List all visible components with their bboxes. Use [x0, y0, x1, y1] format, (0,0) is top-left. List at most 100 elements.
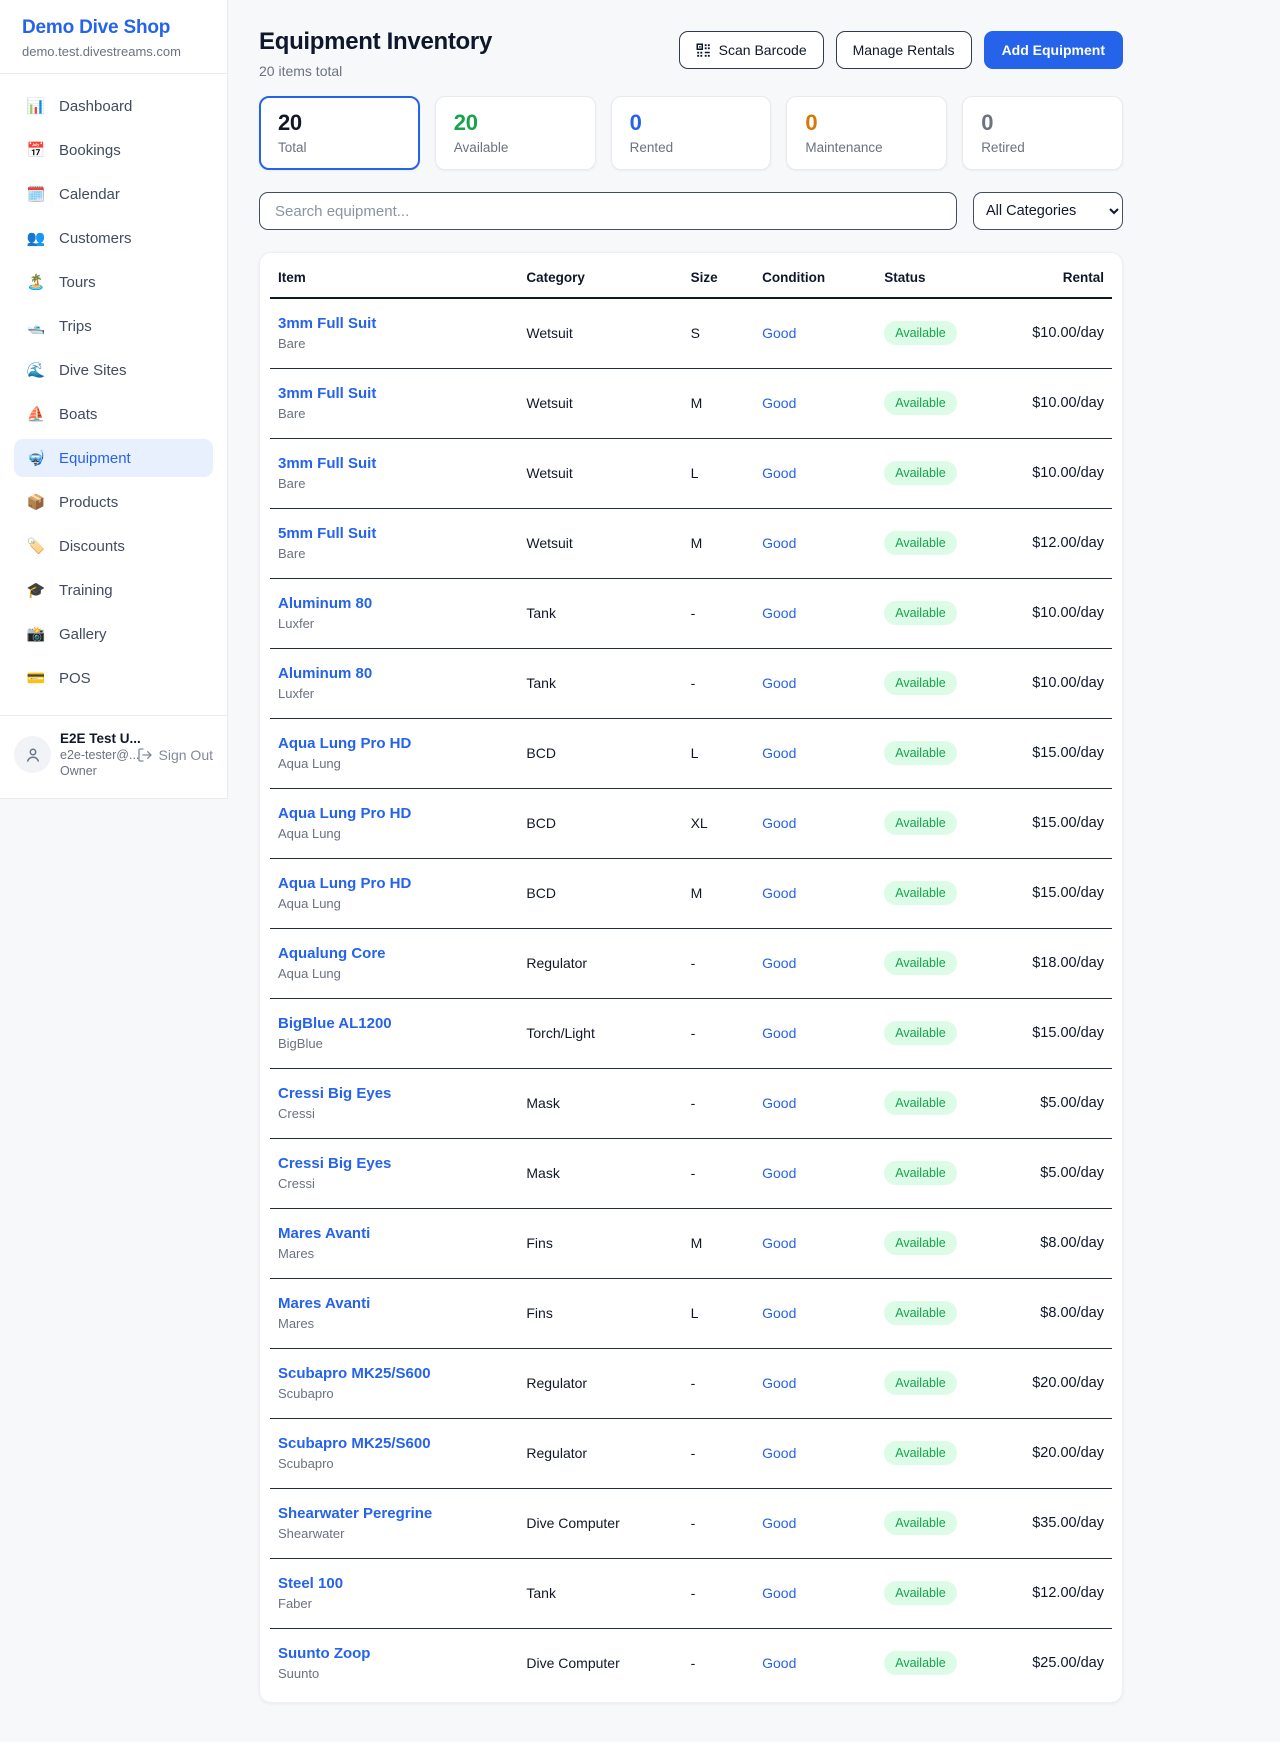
condition-link[interactable]: Good [762, 605, 796, 621]
status-cell: Available [876, 509, 1007, 579]
sidebar-item-label: Dashboard [59, 98, 132, 115]
condition-link[interactable]: Good [762, 885, 796, 901]
sidebar-item-customers[interactable]: 👥Customers [14, 219, 213, 257]
sidebar-item-tours[interactable]: 🏝️Tours [14, 263, 213, 301]
page-title-block: Equipment Inventory 20 items total [259, 28, 492, 79]
condition-link[interactable]: Good [762, 1375, 796, 1391]
category-select[interactable]: All Categories [973, 192, 1123, 230]
item-name-link[interactable]: Cressi Big Eyes [278, 1085, 391, 1102]
stat-card-rented[interactable]: 0Rented [611, 96, 772, 170]
condition-cell: Good [754, 1349, 876, 1419]
sidebar-item-calendar[interactable]: 🗓️Calendar [14, 175, 213, 213]
manage-rentals-button[interactable]: Manage Rentals [836, 31, 972, 69]
sign-out-label: Sign Out [159, 747, 213, 763]
item-name-link[interactable]: Shearwater Peregrine [278, 1505, 432, 1522]
condition-link[interactable]: Good [762, 325, 796, 341]
status-cell: Available [876, 1139, 1007, 1209]
condition-link[interactable]: Good [762, 1235, 796, 1251]
sidebar-item-bookings[interactable]: 📅Bookings [14, 131, 213, 169]
item-cell: Cressi Big EyesCressi [270, 1139, 518, 1209]
sidebar-item-trips[interactable]: 🛥️Trips [14, 307, 213, 345]
condition-link[interactable]: Good [762, 815, 796, 831]
sidebar-item-gallery[interactable]: 📸Gallery [14, 615, 213, 653]
condition-link[interactable]: Good [762, 675, 796, 691]
user-meta: E2E Test U... e2e-tester@... Owner [60, 731, 128, 778]
item-name-link[interactable]: Aqua Lung Pro HD [278, 805, 411, 822]
scan-barcode-button[interactable]: Scan Barcode [679, 31, 824, 69]
condition-link[interactable]: Good [762, 955, 796, 971]
item-name-link[interactable]: Scubapro MK25/S600 [278, 1435, 431, 1452]
sidebar-item-dive-sites[interactable]: 🌊Dive Sites [14, 351, 213, 389]
status-badge: Available [884, 601, 957, 625]
search-input[interactable] [259, 192, 957, 230]
sign-out-button[interactable]: Sign Out [137, 747, 213, 763]
sidebar-item-label: Tours [59, 274, 96, 291]
status-badge: Available [884, 881, 957, 905]
scan-barcode-label: Scan Barcode [719, 43, 807, 57]
item-name-link[interactable]: Aqua Lung Pro HD [278, 875, 411, 892]
condition-link[interactable]: Good [762, 1165, 796, 1181]
item-name-link[interactable]: 3mm Full Suit [278, 315, 376, 332]
condition-link[interactable]: Good [762, 1095, 796, 1111]
condition-link[interactable]: Good [762, 535, 796, 551]
item-name-link[interactable]: 3mm Full Suit [278, 385, 376, 402]
condition-link[interactable]: Good [762, 395, 796, 411]
item-name-link[interactable]: BigBlue AL1200 [278, 1015, 392, 1032]
status-cell: Available [876, 789, 1007, 859]
condition-cell: Good [754, 369, 876, 439]
item-name-link[interactable]: Cressi Big Eyes [278, 1155, 391, 1172]
sidebar-item-equipment[interactable]: 🤿Equipment [14, 439, 213, 477]
sidebar-item-products[interactable]: 📦Products [14, 483, 213, 521]
category-cell: Wetsuit [518, 439, 682, 509]
table-row: Mares AvantiMaresFinsLGoodAvailable$8.00… [270, 1279, 1112, 1349]
status-cell: Available [876, 1629, 1007, 1699]
condition-link[interactable]: Good [762, 1655, 796, 1671]
condition-link[interactable]: Good [762, 465, 796, 481]
condition-link[interactable]: Good [762, 1445, 796, 1461]
sidebar-item-training[interactable]: 🎓Training [14, 571, 213, 609]
item-brand: Aqua Lung [278, 826, 510, 841]
item-name-link[interactable]: Scubapro MK25/S600 [278, 1365, 431, 1382]
stat-card-retired[interactable]: 0Retired [962, 96, 1123, 170]
sidebar-item-label: Bookings [59, 142, 121, 159]
size-cell: - [683, 1419, 755, 1489]
item-cell: Aqua Lung Pro HD Aqua Lung [270, 789, 518, 859]
sidebar-item-label: Dive Sites [59, 362, 127, 379]
discounts-icon: 🏷️ [26, 537, 46, 555]
add-equipment-button[interactable]: Add Equipment [984, 31, 1123, 69]
size-cell: - [683, 1629, 755, 1699]
stat-card-available[interactable]: 20Available [435, 96, 596, 170]
item-name-link[interactable]: 3mm Full Suit [278, 455, 376, 472]
item-cell: Aluminum 80Luxfer [270, 579, 518, 649]
item-name-link[interactable]: Aqua Lung Pro HD [278, 735, 411, 752]
sidebar-item-label: Training [59, 582, 113, 599]
item-name-link[interactable]: Mares Avanti [278, 1225, 370, 1242]
sidebar-item-dashboard[interactable]: 📊Dashboard [14, 87, 213, 125]
trips-icon: 🛥️ [26, 317, 46, 335]
rental-price-cell: $12.00/day [1007, 1559, 1112, 1629]
sidebar: Demo Dive Shop demo.test.divestreams.com… [0, 0, 228, 799]
item-name-link[interactable]: Aluminum 80 [278, 595, 372, 612]
item-name-link[interactable]: Aluminum 80 [278, 665, 372, 682]
condition-link[interactable]: Good [762, 1585, 796, 1601]
item-name-link[interactable]: Aqualung Core [278, 945, 386, 962]
item-cell: 3mm Full SuitBare [270, 298, 518, 369]
item-name-link[interactable]: Mares Avanti [278, 1295, 370, 1312]
status-badge: Available [884, 811, 957, 835]
condition-link[interactable]: Good [762, 745, 796, 761]
sidebar-item-pos[interactable]: 💳POS [14, 659, 213, 697]
sidebar-item-boats[interactable]: ⛵Boats [14, 395, 213, 433]
stat-card-total[interactable]: 20Total [259, 96, 420, 170]
status-cell: Available [876, 1489, 1007, 1559]
condition-link[interactable]: Good [762, 1515, 796, 1531]
item-name-link[interactable]: 5mm Full Suit [278, 525, 376, 542]
stat-value: 0 [981, 110, 1104, 136]
item-name-link[interactable]: Suunto Zoop [278, 1645, 370, 1662]
stat-card-maintenance[interactable]: 0Maintenance [786, 96, 947, 170]
item-brand: Suunto [278, 1666, 510, 1681]
condition-link[interactable]: Good [762, 1305, 796, 1321]
sidebar-item-discounts[interactable]: 🏷️Discounts [14, 527, 213, 565]
condition-link[interactable]: Good [762, 1025, 796, 1041]
item-name-link[interactable]: Steel 100 [278, 1575, 343, 1592]
barcode-scan-icon [696, 43, 711, 58]
